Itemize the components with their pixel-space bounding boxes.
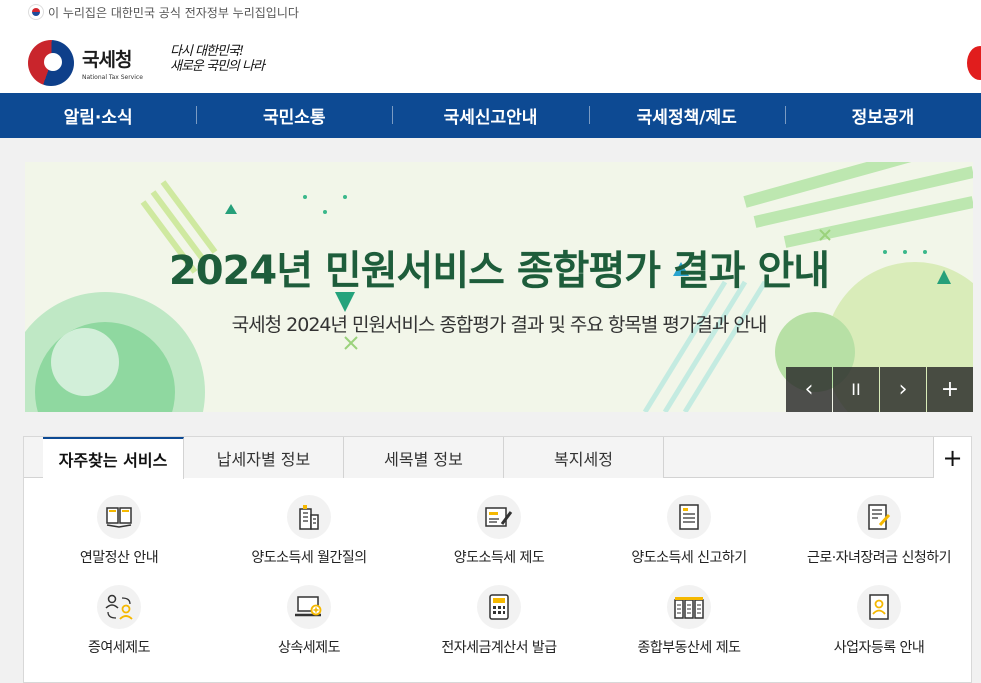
service-label: 양도소득세 제도 (453, 550, 545, 566)
banner-controls: ‹ II › + (785, 367, 973, 412)
service-gift-tax[interactable]: 증여세제도 (24, 585, 214, 657)
service-inheritance-tax[interactable]: 상속세제도 (214, 585, 404, 657)
gov-notice-text: 이 누리집은 대한민국 공식 전자정부 누리집입니다 (48, 5, 299, 20)
header-badge-icon[interactable] (967, 46, 981, 80)
banner-prev-button[interactable]: ‹ (786, 367, 832, 412)
government-slogan: 다시 대한민국! 새로운 국민의 나라 (170, 44, 265, 74)
gnb-item-tax-filing[interactable]: 국세신고안내 (392, 103, 588, 128)
main-navigation: 알림·소식 국민소통 국세신고안내 국세정책/제도 정보공개 (0, 93, 981, 138)
service-label: 근로·자녀장려금 신청하기 (806, 550, 952, 566)
service-label: 종합부동산세 제도 (637, 640, 742, 656)
banner-subtitle: 국세청 2024년 민원서비스 종합평가 결과 및 주요 항목별 평가결과 안내 (231, 314, 768, 336)
transfer-people-icon (97, 585, 141, 629)
banner-more-button[interactable]: + (927, 367, 973, 412)
tab-tax-item-info[interactable]: 세목별 정보 (344, 437, 504, 478)
logo-name-en: National Tax Service (82, 74, 143, 81)
main-banner[interactable]: 2024년 민원서비스 종합평가 결과 안내 국세청 2024년 민원서비스 종… (25, 162, 973, 412)
service-e-tax-invoice[interactable]: 전자세금계산서 발급 (404, 585, 594, 657)
building-icon (287, 495, 331, 539)
book-icon (97, 495, 141, 539)
id-card-icon (857, 585, 901, 629)
service-earned-child-tax-credit[interactable]: 근로·자녀장려금 신청하기 (784, 495, 974, 567)
service-label: 양도소득세 신고하기 (631, 550, 747, 566)
service-tabs-panel: 자주찾는 서비스 납세자별 정보 세목별 정보 복지세정 + 연말정산 안내 양… (23, 436, 972, 683)
service-label: 증여세제도 (88, 640, 150, 656)
service-label: 양도소득세 월간질의 (251, 550, 367, 566)
tabs-more-button[interactable]: + (933, 437, 971, 478)
form-icon (667, 495, 711, 539)
nts-emblem-icon (28, 40, 74, 86)
service-capital-gains-system[interactable]: 양도소득세 제도 (404, 495, 594, 567)
computer-icon (287, 585, 331, 629)
tab-bar: 자주찾는 서비스 납세자별 정보 세목별 정보 복지세정 + (24, 437, 971, 479)
edit-document-icon (857, 495, 901, 539)
service-capital-gains-monthly-qa[interactable]: 양도소득세 월간질의 (214, 495, 404, 567)
service-label: 사업자등록 안내 (833, 640, 925, 656)
service-business-registration[interactable]: 사업자등록 안내 (784, 585, 974, 657)
gnb-item-communication[interactable]: 국민소통 (196, 103, 392, 128)
banner-pause-button[interactable]: II (833, 367, 879, 412)
gnb-item-tax-policy[interactable]: 국세정책/제도 (588, 103, 785, 128)
service-capital-gains-filing[interactable]: 양도소득세 신고하기 (594, 495, 784, 567)
banner-title: 2024년 민원서비스 종합평가 결과 안내 (168, 248, 830, 294)
tab-frequent-services[interactable]: 자주찾는 서비스 (43, 437, 184, 479)
service-label: 상속세제도 (278, 640, 340, 656)
gnb-item-disclosure[interactable]: 정보공개 (784, 103, 981, 128)
buildings-icon (667, 585, 711, 629)
logo-name-ko: 국세청 (82, 49, 132, 71)
service-label: 연말정산 안내 (79, 550, 159, 566)
gov-notice-bar: 이 누리집은 대한민국 공식 전자정부 누리집입니다 (0, 0, 981, 24)
tab-welfare-tax[interactable]: 복지세정 (504, 437, 664, 478)
nts-logo[interactable]: 국세청 National Tax Service (28, 40, 143, 86)
gnb-item-news[interactable]: 알림·소식 (0, 103, 196, 128)
document-pen-icon (477, 495, 521, 539)
tab-taxpayer-info[interactable]: 납세자별 정보 (184, 437, 344, 478)
service-year-end-settlement[interactable]: 연말정산 안내 (24, 495, 214, 567)
site-header: 국세청 National Tax Service 다시 대한민국! 새로운 국민… (0, 24, 981, 93)
service-label: 전자세금계산서 발급 (441, 640, 557, 656)
banner-next-button[interactable]: › (880, 367, 926, 412)
service-comprehensive-real-estate-tax[interactable]: 종합부동산세 제도 (594, 585, 784, 657)
korea-flag-icon (28, 4, 44, 20)
calculator-icon (477, 585, 521, 629)
